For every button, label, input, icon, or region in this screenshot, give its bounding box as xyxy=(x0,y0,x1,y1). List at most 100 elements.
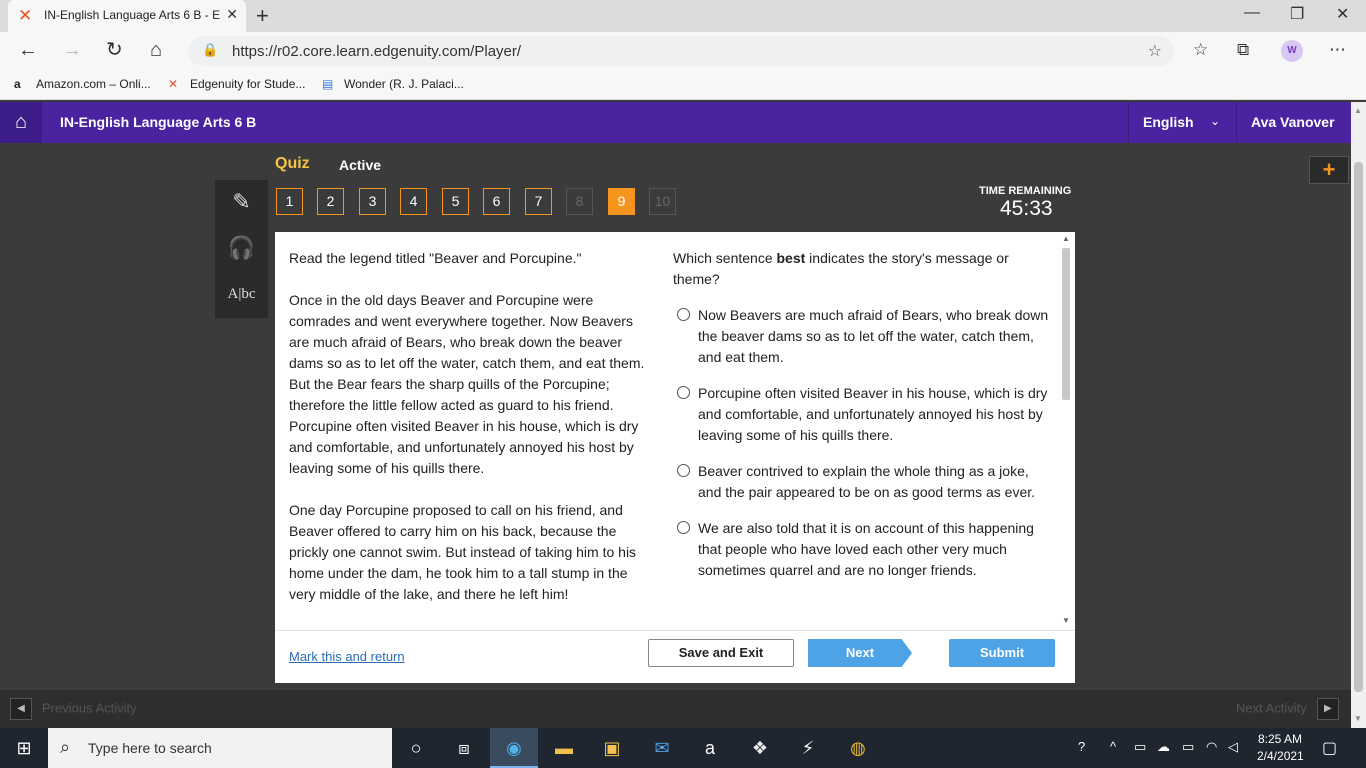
url-text: https://r02.core.learn.edgenuity.com/Pla… xyxy=(232,43,522,60)
browser-tab[interactable]: ✕ IN-English Language Arts 6 B - E ✕ xyxy=(8,0,246,32)
add-favorite-icon[interactable]: ☆ xyxy=(1148,41,1162,61)
user-name[interactable]: Ava Vanover xyxy=(1251,114,1335,130)
next-activity-button[interactable]: Next Activity ▶ xyxy=(1236,698,1339,720)
window-close-icon[interactable]: ✕ xyxy=(1336,4,1349,24)
taskbar-search[interactable]: ⌕ Type here to search xyxy=(48,728,392,768)
wifi-icon[interactable]: ◠ xyxy=(1206,739,1217,755)
passage-paragraph: Read the legend titled "Beaver and Porcu… xyxy=(289,250,582,266)
favorites-icon[interactable]: ☆ xyxy=(1193,41,1208,59)
divider xyxy=(1236,102,1237,143)
browser-tabstrip: ✕ IN-English Language Arts 6 B - E ✕ + —… xyxy=(0,0,1366,32)
address-bar[interactable]: 🔒 https://r02.core.learn.edgenuity.com/P… xyxy=(188,36,1174,66)
language-selector[interactable]: English xyxy=(1143,114,1194,130)
search-icon: ⌕ xyxy=(60,737,71,757)
question-button-6[interactable]: 6 xyxy=(483,188,510,215)
store-icon[interactable]: ▣ xyxy=(588,728,636,768)
next-button[interactable]: Next xyxy=(808,639,912,667)
notifications-icon[interactable]: ▢ xyxy=(1322,738,1337,758)
chevron-up-icon[interactable]: ^ xyxy=(1110,739,1116,754)
forward-icon[interactable]: → xyxy=(62,39,82,61)
panel-scrollbar[interactable]: ▲ ▼ xyxy=(1060,234,1073,629)
clock-date[interactable]: 2/4/2021 xyxy=(1257,749,1304,763)
chevron-right-icon: ▶ xyxy=(1316,698,1339,720)
scroll-down-icon[interactable]: ▼ xyxy=(1062,616,1070,625)
chrome-icon[interactable]: ◍ xyxy=(834,728,882,768)
windows-start-icon[interactable]: ⊞ xyxy=(0,728,48,768)
edge-icon[interactable]: ◉ xyxy=(490,728,538,768)
chevron-down-icon[interactable]: ⌄ xyxy=(1210,114,1220,128)
radio-button[interactable] xyxy=(677,521,690,534)
radio-button[interactable] xyxy=(677,308,690,321)
browser-navbar: ← → ↻ ⌂ 🔒 https://r02.core.learn.edgenui… xyxy=(0,32,1366,70)
headphones-icon[interactable]: 🎧 xyxy=(215,226,268,272)
help-icon[interactable]: ? xyxy=(1078,739,1085,754)
course-title: IN-English Language Arts 6 B xyxy=(60,114,257,130)
bookmark-wonder[interactable]: ▤ Wonder (R. J. Palaci... xyxy=(322,77,464,91)
submit-button[interactable]: Submit xyxy=(949,639,1055,667)
restore-icon[interactable]: ❐ xyxy=(1290,4,1304,24)
bookmark-edgenuity[interactable]: ✕ Edgenuity for Stude... xyxy=(168,77,305,91)
radio-button[interactable] xyxy=(677,386,690,399)
refresh-icon[interactable]: ↻ xyxy=(106,39,123,61)
volume-icon[interactable]: ◁ xyxy=(1228,739,1238,755)
dropbox-icon[interactable]: ❖ xyxy=(736,728,784,768)
profile-avatar[interactable]: W xyxy=(1281,40,1303,62)
scroll-up-icon[interactable]: ▲ xyxy=(1354,106,1362,115)
question-button-9[interactable]: 9 xyxy=(608,188,635,215)
question-button-2[interactable]: 2 xyxy=(317,188,344,215)
minimize-icon[interactable]: — xyxy=(1244,4,1260,22)
tools-sidebar: ✎ 🎧 A|bc xyxy=(215,180,268,318)
pencil-icon[interactable]: ✎ xyxy=(215,180,268,226)
task-view-icon[interactable]: ⧈ xyxy=(440,728,488,768)
save-and-exit-button[interactable]: Save and Exit xyxy=(648,639,794,667)
previous-activity-button[interactable]: ◀ Previous Activity xyxy=(10,698,137,720)
quiz-label: Quiz xyxy=(275,155,310,172)
question-button-10: 10 xyxy=(649,188,676,215)
scrollbar-thumb[interactable] xyxy=(1354,162,1363,692)
radio-button[interactable] xyxy=(677,464,690,477)
activity-nav: ◀ Previous Activity Next Activity ▶ xyxy=(0,690,1351,728)
scroll-down-icon[interactable]: ▼ xyxy=(1354,714,1362,723)
question-button-3[interactable]: 3 xyxy=(359,188,386,215)
question-area: Which sentence best indicates the story'… xyxy=(673,248,1051,581)
timer-label: TIME REMAINING xyxy=(979,185,1072,197)
lock-icon: 🔒 xyxy=(202,42,219,57)
close-tab-icon[interactable]: ✕ xyxy=(226,6,238,23)
bookmarks-bar: a Amazon.com – Onli... ✕ Edgenuity for Stu… xyxy=(0,70,1366,100)
home-icon[interactable]: ⌂ xyxy=(150,39,162,61)
collections-icon[interactable]: ⧉ xyxy=(1237,41,1249,59)
mark-and-return-link[interactable]: Mark this and return xyxy=(289,649,405,664)
question-button-8: 8 xyxy=(566,188,593,215)
answer-option[interactable]: Beaver contrived to explain the whole th… xyxy=(673,461,1051,503)
file-explorer-icon[interactable]: ▬ xyxy=(540,728,588,768)
answer-option[interactable]: Now Beavers are much afraid of Bears, wh… xyxy=(673,305,1051,368)
edgenuity-favicon-icon: ✕ xyxy=(18,6,33,25)
taskbar: ⊞ ⌕ Type here to search ○ ⧈ ◉ ▬ ▣ ✉ a ❖ … xyxy=(0,728,1366,768)
mail-icon[interactable]: ✉ xyxy=(638,728,686,768)
more-icon[interactable]: ⋯ xyxy=(1329,41,1346,59)
kindle-icon[interactable]: ⚡ xyxy=(784,728,832,768)
add-icon[interactable]: + xyxy=(1309,156,1349,184)
battery-icon[interactable]: ▭ xyxy=(1182,739,1194,755)
question-button-4[interactable]: 4 xyxy=(400,188,427,215)
app-home-icon[interactable]: ⌂ xyxy=(0,102,42,143)
answer-option[interactable]: We are also told that it is on account o… xyxy=(673,518,1051,581)
scroll-up-icon[interactable]: ▲ xyxy=(1062,234,1070,243)
onedrive-icon[interactable]: ☁ xyxy=(1157,739,1170,755)
dictionary-icon[interactable]: A|bc xyxy=(215,272,268,318)
bookmark-amazon[interactable]: a Amazon.com – Onli... xyxy=(14,77,151,91)
clock-time[interactable]: 8:25 AM xyxy=(1258,732,1302,746)
cortana-icon[interactable]: ○ xyxy=(392,728,440,768)
chevron-left-icon: ◀ xyxy=(10,698,32,720)
scrollbar-thumb[interactable] xyxy=(1062,248,1070,400)
answer-option[interactable]: Porcupine often visited Beaver in his ho… xyxy=(673,383,1051,446)
page-scrollbar[interactable]: ▲ ▼ xyxy=(1351,102,1366,728)
new-tab-icon[interactable]: + xyxy=(256,3,269,29)
back-icon[interactable]: ← xyxy=(18,39,38,61)
question-button-1[interactable]: 1 xyxy=(276,188,303,215)
edgenuity-icon: ✕ xyxy=(168,77,179,91)
amazon-icon[interactable]: a xyxy=(686,728,734,768)
meet-now-icon[interactable]: ▭ xyxy=(1134,739,1146,755)
question-button-7[interactable]: 7 xyxy=(525,188,552,215)
question-button-5[interactable]: 5 xyxy=(442,188,469,215)
